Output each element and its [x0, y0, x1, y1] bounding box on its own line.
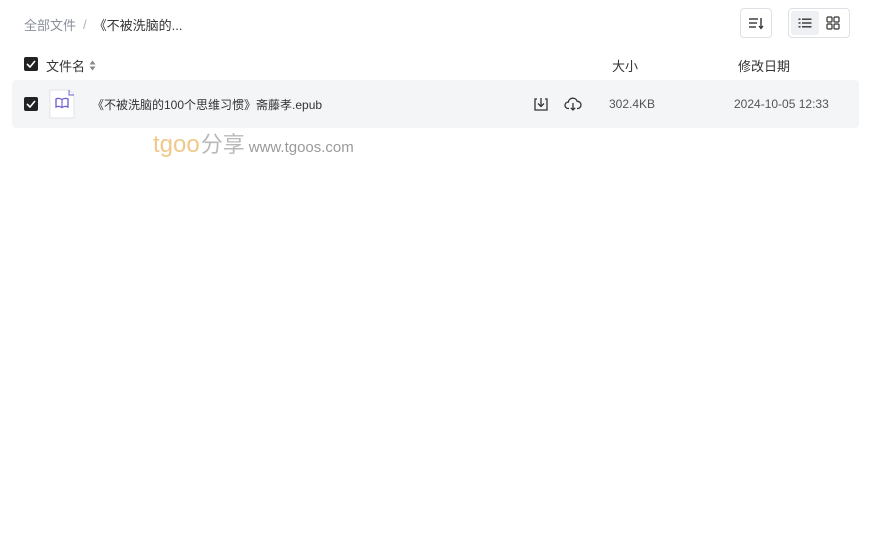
file-size: 302.4KB — [609, 97, 656, 111]
column-name-label: 文件名 — [46, 59, 86, 74]
save-to-cloud-button[interactable] — [563, 94, 583, 114]
sort-caret-icon — [89, 60, 96, 71]
breadcrumb-separator: / — [83, 17, 87, 32]
download-button[interactable] — [531, 94, 551, 114]
breadcrumb-current: 《不被洗脑的... — [93, 18, 183, 33]
column-header-size[interactable]: 大小 — [612, 56, 638, 75]
list-icon — [798, 18, 812, 28]
table-header: 文件名 大小 修改日期 — [12, 52, 859, 76]
column-header-date[interactable]: 修改日期 — [738, 56, 790, 75]
breadcrumb-root[interactable]: 全部文件 — [24, 15, 76, 34]
watermark-brand-cn: 分享 — [200, 132, 245, 157]
column-header-name[interactable]: 文件名 — [46, 56, 96, 75]
watermark: tgoo 分享 www.tgoos.com — [153, 127, 354, 159]
sort-button[interactable] — [740, 8, 772, 38]
file-modified-date: 2024-10-05 12:33 — [734, 97, 829, 111]
check-icon — [26, 100, 36, 108]
file-name[interactable]: 《不被洗脑的100个思维习惯》斋藤孝.epub — [92, 96, 322, 113]
top-bar: 全部文件 / 《不被洗脑的... — [0, 0, 874, 48]
breadcrumb: 全部文件 / 《不被洗脑的... — [24, 15, 182, 34]
check-icon — [26, 60, 36, 68]
watermark-url: www.tgoos.com — [248, 139, 354, 156]
grid-icon — [826, 16, 840, 30]
row-checkbox[interactable] — [24, 97, 38, 111]
download-icon — [534, 98, 548, 111]
cloud-download-icon — [564, 97, 582, 111]
select-all-checkbox[interactable] — [24, 57, 38, 71]
table-row[interactable]: 《不被洗脑的100个思维习惯》斋藤孝.epub 302.4KB 2024-10-… — [12, 80, 859, 128]
view-toggle-group — [788, 8, 850, 38]
grid-view-button[interactable] — [819, 11, 847, 35]
watermark-brand: tgoo — [153, 131, 200, 158]
list-view-button[interactable] — [791, 11, 819, 35]
sort-lines-icon — [749, 18, 764, 30]
epub-book-icon — [49, 89, 75, 119]
